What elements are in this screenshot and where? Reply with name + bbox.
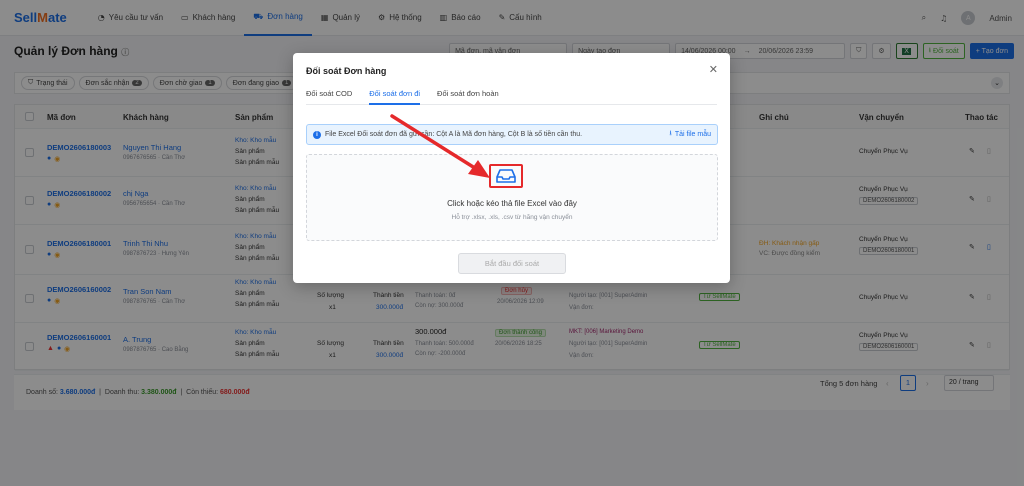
download-icon: ⭳ bbox=[669, 130, 672, 137]
tab-doi-soat-don-di[interactable]: Đối soát đơn đi bbox=[369, 85, 421, 105]
modal-title: Đối soát Đơn hàng bbox=[306, 66, 387, 76]
inbox-icon[interactable] bbox=[489, 164, 523, 188]
tab-doi-soat-cod[interactable]: Đối soát COD bbox=[306, 85, 352, 105]
drop-subtitle: Hỗ trợ .xlsx, .xls, .csv từ hãng vận chu… bbox=[451, 214, 573, 221]
info-icon: i bbox=[313, 130, 321, 139]
tab-doi-soat-don-hoan[interactable]: Đối soát đơn hoàn bbox=[437, 85, 499, 105]
modal-tabs: Đối soát COD Đối soát đơn đi Đối soát đơ… bbox=[306, 85, 717, 105]
doi-soat-modal: Đối soát Đơn hàng ✕ Đối soát COD Đối soá… bbox=[293, 53, 730, 283]
close-icon[interactable]: ✕ bbox=[709, 63, 718, 76]
drop-title: Click hoặc kéo thả file Excel vào đây bbox=[447, 199, 577, 208]
info-alert: i File Excel Đối soát đơn đã gửi cần: Cộ… bbox=[306, 124, 718, 145]
inbox-icon-graphic bbox=[496, 169, 516, 183]
download-template-link[interactable]: ⭳ Tải file mẫu bbox=[669, 129, 711, 140]
start-reconcile-button[interactable]: Bắt đầu đối soát bbox=[458, 253, 566, 274]
